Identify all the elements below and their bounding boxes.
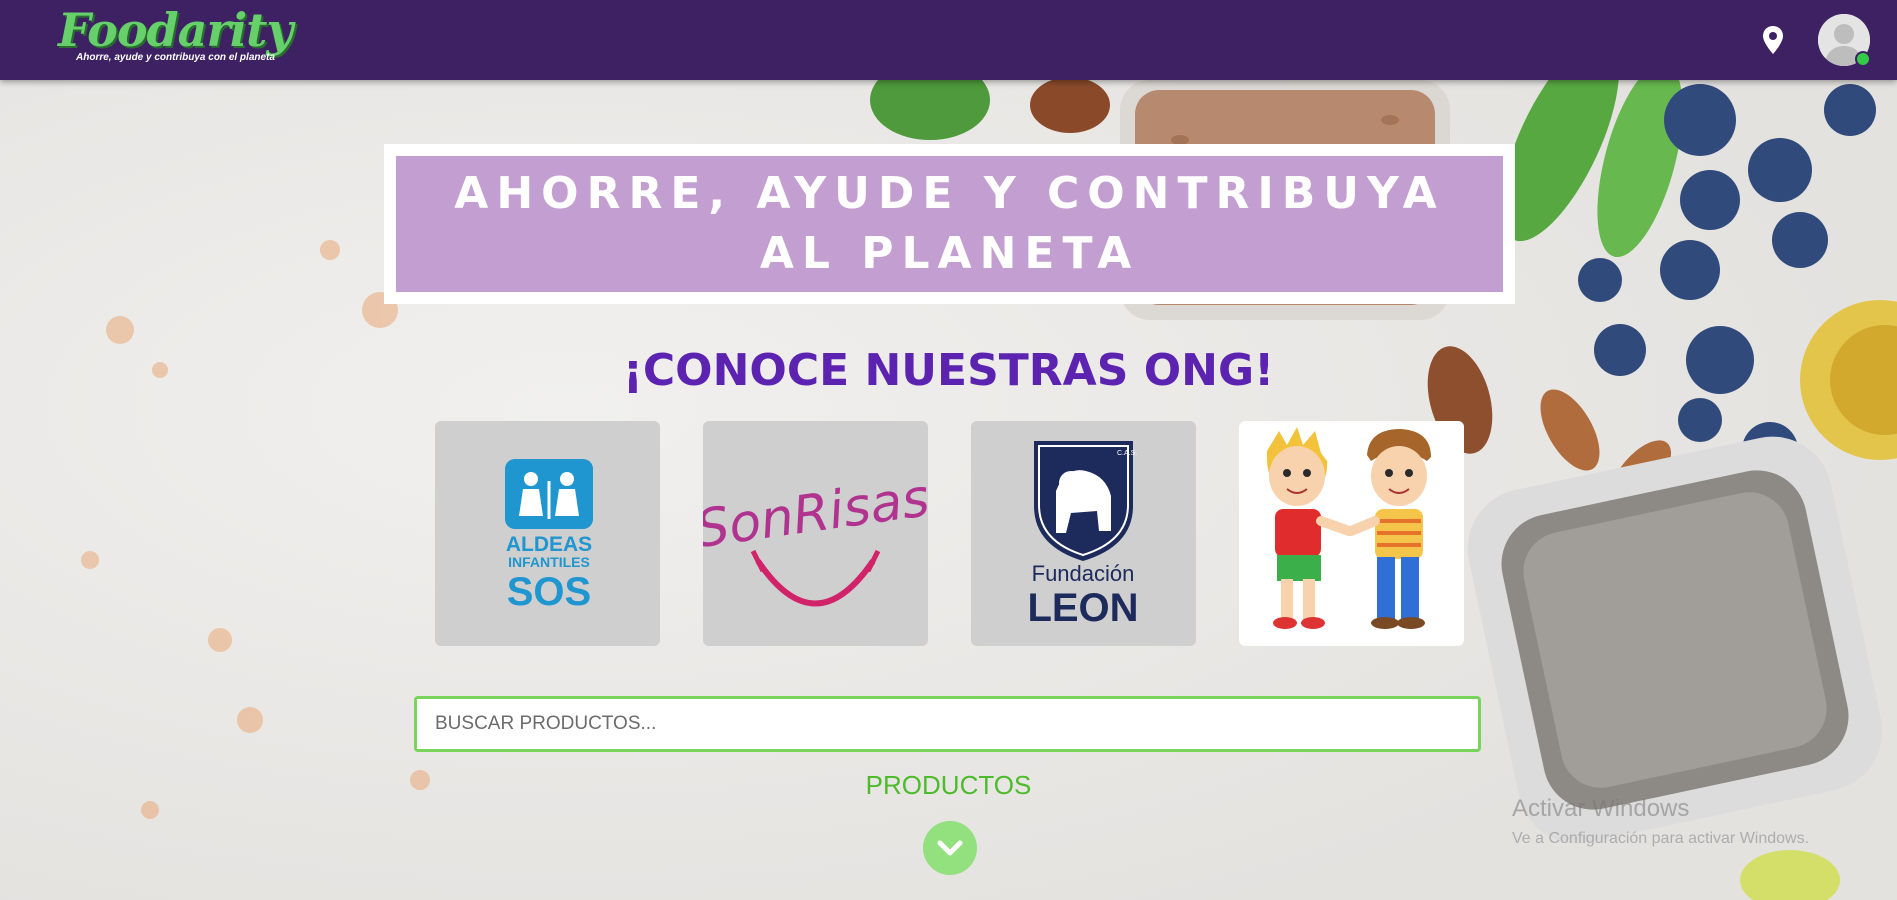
leon-line2: LEON — [1027, 586, 1138, 630]
foodarity-logo[interactable]: Foodarity Ahorre, ayude y contribuya con… — [58, 4, 298, 70]
scroll-down-button[interactable] — [923, 821, 977, 875]
windows-activation-subtitle: Ve a Configuración para activar Windows. — [1512, 830, 1810, 847]
chevron-down-icon — [937, 840, 963, 856]
kids-handshake-icon — [1239, 421, 1464, 646]
hero-banner: AHORRE, AYUDE Y CONTRIBUYA AL PLANETA — [384, 144, 1515, 304]
location-pin-icon[interactable] — [1762, 25, 1784, 55]
windows-activation-watermark: Activar Windows — [1512, 795, 1690, 822]
logo-tagline: Ahorre, ayude y contribuya con el planet… — [76, 52, 275, 63]
aldeas-line3: SOS — [507, 570, 591, 614]
sonrisas-word: SonRisas — [703, 468, 928, 560]
top-navbar: Foodarity Ahorre, ayude y contribuya con… — [0, 0, 1897, 80]
online-status-dot — [1855, 51, 1871, 67]
ong-card-fundacion-leon[interactable]: C.A.S. Fundación LEON — [971, 421, 1196, 646]
search-input[interactable] — [414, 696, 1481, 752]
leon-line1: Fundación — [1032, 561, 1135, 586]
ong-section-title: ¡CONOCE NUESTRAS ONG! — [622, 345, 1275, 396]
logo-title: Foodarity — [58, 3, 293, 57]
ong-card-aldeas-sos[interactable]: ALDEAS INFANTILES SOS — [435, 421, 660, 646]
leon-crest-mark: C.A.S. — [1117, 450, 1137, 457]
hero-banner-text: AHORRE, AYUDE Y CONTRIBUYA AL PLANETA — [454, 168, 1445, 279]
aldeas-line1: ALDEAS — [506, 533, 592, 556]
ong-card-sonrisas[interactable]: SonRisas — [703, 421, 928, 646]
ong-card-kids[interactable] — [1239, 421, 1464, 646]
aldeas-line2: INFANTILES — [508, 554, 590, 570]
hero-banner-overlay: AHORRE, AYUDE Y CONTRIBUYA AL PLANETA — [396, 156, 1503, 292]
